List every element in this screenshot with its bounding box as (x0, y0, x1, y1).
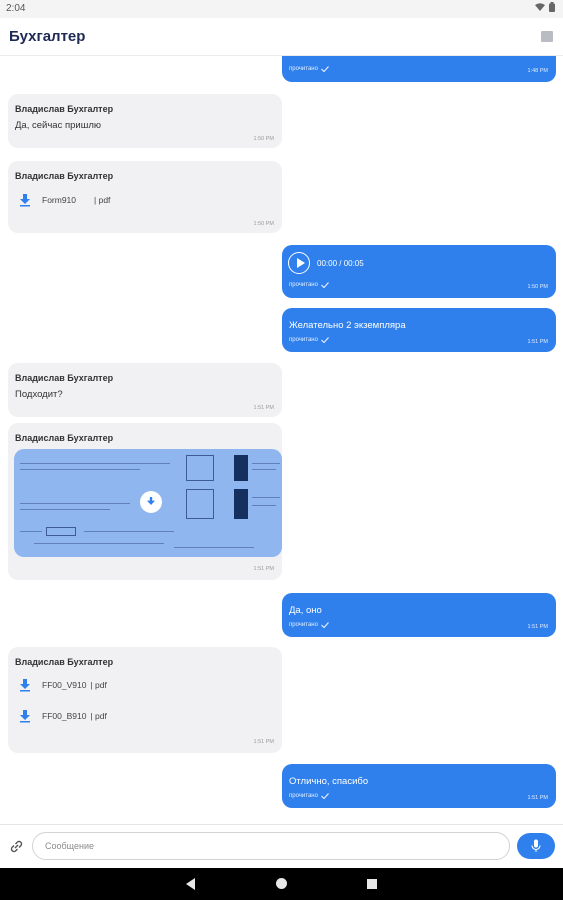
file-ext: | pdf (90, 711, 107, 721)
home-icon[interactable] (276, 878, 287, 889)
file-attachment[interactable]: FF00_B910 | pdf (18, 709, 107, 723)
menu-icon[interactable] (541, 31, 553, 42)
download-icon[interactable] (18, 678, 32, 692)
outgoing-audio-message[interactable]: 00:00 / 00:05 прочитано 1:50 PM (282, 245, 556, 298)
status-icons (535, 2, 555, 12)
file-name: FF00_V910 (42, 680, 87, 690)
read-status: прочитано (289, 282, 329, 288)
outgoing-message[interactable]: Да, оно прочитано 1:51 PM (282, 593, 556, 637)
play-icon[interactable] (288, 252, 310, 274)
file-attachment[interactable]: Form910 | pdf (18, 193, 110, 207)
file-name: FF00_B910 (42, 711, 87, 721)
incoming-message[interactable]: Владислав Бухгалтер Подходит? 1:51 PM (8, 363, 282, 417)
message-time: 1:48 PM (527, 68, 548, 74)
audio-duration: 00:00 / 00:05 (317, 258, 364, 268)
voice-record-button[interactable] (517, 833, 555, 859)
check-icon (321, 282, 329, 288)
back-icon[interactable] (186, 878, 195, 890)
sender-name: Владислав Бухгалтер (15, 657, 114, 667)
message-composer (0, 824, 563, 868)
download-icon[interactable] (18, 709, 32, 723)
attach-icon[interactable] (9, 839, 24, 854)
download-icon[interactable] (18, 193, 32, 207)
message-time: 1:51 PM (527, 795, 548, 801)
recent-apps-icon[interactable] (367, 879, 377, 889)
app-header: Бухгалтер (0, 18, 563, 56)
message-time: 1:50 PM (253, 221, 274, 227)
check-icon (321, 793, 329, 799)
read-status: прочитано (289, 66, 329, 72)
chat-history[interactable]: прочитано 1:48 PM Владислав Бухгалтер Да… (0, 56, 563, 824)
read-status: прочитано (289, 337, 329, 343)
file-attachment[interactable]: FF00_V910 | pdf (18, 678, 107, 692)
sender-name: Владислав Бухгалтер (15, 171, 114, 181)
outgoing-message[interactable]: Желательно 2 экземпляра прочитано 1:51 P… (282, 308, 556, 352)
read-status: прочитано (289, 622, 329, 628)
sender-name: Владислав Бухгалтер (15, 433, 114, 443)
incoming-message[interactable]: Владислав Бухгалтер Да, сейчас пришлю 1:… (8, 94, 282, 148)
document-image-preview[interactable] (14, 449, 282, 557)
battery-icon (549, 2, 555, 12)
status-time: 2:04 (6, 3, 26, 14)
check-icon (321, 337, 329, 343)
message-time: 1:50 PM (527, 284, 548, 290)
wifi-icon (535, 2, 545, 11)
file-ext: | pdf (94, 195, 111, 205)
message-text: Желательно 2 экземпляра (289, 320, 406, 331)
incoming-file-message[interactable]: Владислав Бухгалтер Form910 | pdf 1:50 P… (8, 161, 282, 233)
message-input[interactable] (32, 832, 510, 860)
message-time: 1:51 PM (253, 566, 274, 572)
message-time: 1:50 PM (253, 136, 274, 142)
incoming-file-message[interactable]: Владислав Бухгалтер FF00_V910 | pdf FF00… (8, 647, 282, 753)
message-time: 1:51 PM (527, 624, 548, 630)
microphone-icon (531, 839, 541, 852)
message-text: Да, сейчас пришлю (15, 120, 101, 131)
status-bar: 2:04 (0, 0, 563, 18)
download-icon[interactable] (140, 491, 162, 513)
system-nav-bar (0, 868, 563, 900)
message-text: Подходит? (15, 389, 63, 400)
audio-player[interactable]: 00:00 / 00:05 (288, 252, 364, 274)
message-text: Да, оно (289, 605, 322, 616)
check-icon (321, 622, 329, 628)
read-status: прочитано (289, 793, 329, 799)
message-time: 1:51 PM (253, 739, 274, 745)
message-text: Отлично, спасибо (289, 776, 369, 787)
sender-name: Владислав Бухгалтер (15, 104, 114, 114)
message-time: 1:51 PM (253, 405, 274, 411)
sender-name: Владислав Бухгалтер (15, 373, 114, 383)
outgoing-message[interactable]: Отлично, спасибо прочитано 1:51 PM (282, 764, 556, 808)
message-time: 1:51 PM (527, 339, 548, 345)
file-name: Form910 (42, 195, 77, 205)
outgoing-message[interactable]: прочитано 1:48 PM (282, 56, 556, 82)
page-title: Бухгалтер (9, 28, 86, 45)
incoming-image-message[interactable]: Владислав Бухгалтер 1:51 PM (8, 423, 282, 580)
file-ext: | pdf (90, 680, 107, 690)
check-icon (321, 66, 329, 72)
